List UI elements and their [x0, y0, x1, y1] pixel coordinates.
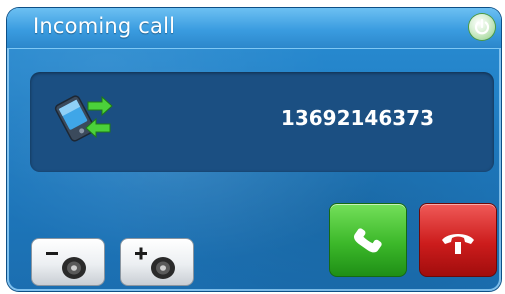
caller-number: 13692146373: [280, 106, 434, 130]
caller-info-panel: 13692146373: [30, 72, 494, 172]
answer-call-button[interactable]: [329, 203, 407, 277]
reject-call-button[interactable]: [419, 203, 497, 277]
volume-up-icon: [135, 247, 175, 279]
title-bar: Incoming call: [7, 8, 501, 49]
power-icon: [474, 18, 490, 35]
answer-call-icon: [354, 228, 382, 253]
window-title: Incoming call: [33, 14, 176, 38]
volume-down-button[interactable]: [31, 238, 105, 286]
incoming-call-window: Incoming call 13692146373: [7, 8, 501, 291]
phone-transfer-icon: [54, 95, 113, 142]
volume-down-icon: [46, 252, 86, 279]
volume-up-button[interactable]: [120, 238, 194, 286]
power-button[interactable]: [469, 14, 495, 40]
end-call-icon: [442, 234, 474, 254]
